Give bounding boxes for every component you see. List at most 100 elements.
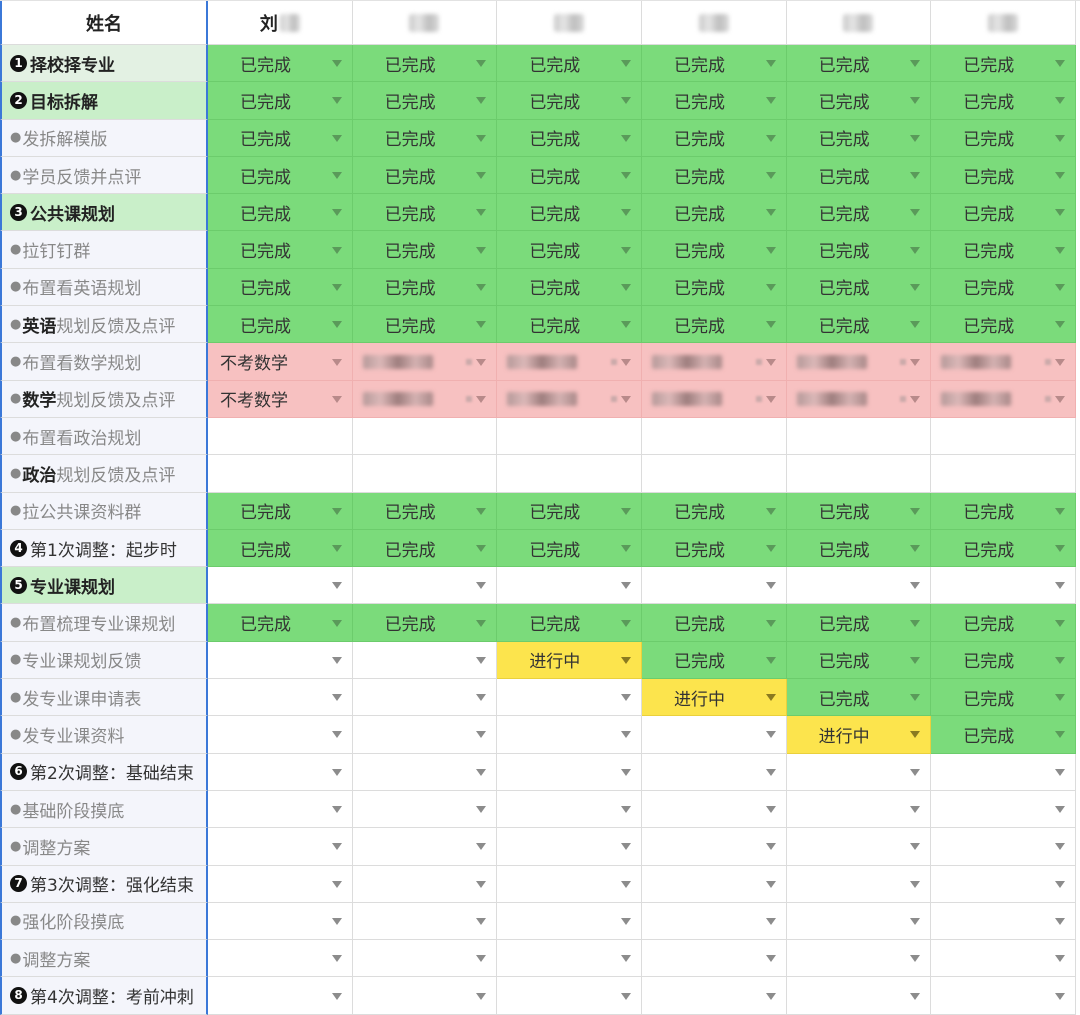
status-dropdown-cell[interactable]: 已完成 bbox=[641, 641, 787, 680]
status-dropdown-cell[interactable] bbox=[931, 380, 1076, 418]
task-row-label[interactable]: 1 择校择专业 bbox=[0, 45, 208, 83]
status-dropdown-cell[interactable] bbox=[208, 679, 353, 717]
status-dropdown-cell[interactable] bbox=[786, 380, 932, 418]
status-dropdown-cell[interactable] bbox=[641, 828, 787, 866]
status-dropdown-cell[interactable]: 已完成 bbox=[497, 119, 642, 157]
chevron-down-icon[interactable] bbox=[765, 60, 776, 68]
chevron-down-icon[interactable] bbox=[620, 582, 631, 590]
chevron-down-icon[interactable] bbox=[910, 880, 921, 888]
status-dropdown-cell[interactable]: 已完成 bbox=[497, 82, 642, 120]
chevron-down-icon[interactable] bbox=[910, 768, 921, 776]
task-row-label[interactable]: 4 第1次调整：起步时 bbox=[0, 529, 208, 568]
student-column-header[interactable] bbox=[497, 1, 642, 45]
status-dropdown-cell[interactable]: 已完成 bbox=[786, 231, 932, 269]
status-dropdown-cell[interactable] bbox=[786, 940, 932, 978]
task-row-label[interactable]: ● 发专业课资料 bbox=[0, 716, 208, 754]
status-dropdown-cell[interactable] bbox=[352, 641, 498, 680]
status-dropdown-cell[interactable] bbox=[352, 343, 498, 381]
status-dropdown-cell[interactable]: 已完成 bbox=[208, 119, 353, 157]
status-dropdown-cell[interactable]: 已完成 bbox=[352, 119, 498, 157]
status-dropdown-cell[interactable] bbox=[497, 940, 642, 978]
chevron-down-icon[interactable] bbox=[1054, 731, 1065, 739]
chevron-down-icon[interactable] bbox=[476, 507, 487, 515]
task-row-label[interactable]: ● 调整方案 bbox=[0, 940, 208, 978]
chevron-down-icon[interactable] bbox=[1054, 209, 1065, 217]
chevron-down-icon[interactable] bbox=[620, 917, 631, 925]
chevron-down-icon[interactable] bbox=[620, 955, 631, 963]
chevron-down-icon[interactable] bbox=[476, 283, 487, 291]
status-dropdown-cell[interactable]: 已完成 bbox=[352, 82, 498, 120]
status-dropdown-cell[interactable]: 已完成 bbox=[641, 45, 787, 83]
chevron-down-icon[interactable] bbox=[765, 992, 776, 1000]
status-dropdown-cell[interactable] bbox=[497, 343, 642, 381]
status-dropdown-cell[interactable] bbox=[352, 380, 498, 418]
chevron-down-icon[interactable] bbox=[1054, 694, 1065, 702]
status-dropdown-cell[interactable] bbox=[352, 417, 498, 456]
task-row-label[interactable]: ● 学员反馈并点评 bbox=[0, 156, 208, 195]
task-row-label[interactable]: ● 布置梳理专业课规划 bbox=[0, 604, 208, 642]
status-dropdown-cell[interactable] bbox=[497, 790, 642, 829]
status-dropdown-cell[interactable]: 已完成 bbox=[931, 716, 1076, 754]
chevron-down-icon[interactable] bbox=[331, 582, 342, 590]
status-dropdown-cell[interactable]: 已完成 bbox=[352, 231, 498, 269]
chevron-down-icon[interactable] bbox=[331, 209, 342, 217]
status-dropdown-cell[interactable] bbox=[931, 567, 1076, 605]
chevron-down-icon[interactable] bbox=[620, 283, 631, 291]
chevron-down-icon[interactable] bbox=[620, 992, 631, 1000]
chevron-down-icon[interactable] bbox=[765, 731, 776, 739]
status-dropdown-cell[interactable]: 已完成 bbox=[497, 604, 642, 642]
status-dropdown-cell[interactable]: 已完成 bbox=[352, 268, 498, 307]
chevron-down-icon[interactable] bbox=[910, 992, 921, 1000]
status-dropdown-cell[interactable] bbox=[497, 828, 642, 866]
task-row-label[interactable]: 3 公共课规划 bbox=[0, 194, 208, 232]
chevron-down-icon[interactable] bbox=[1054, 134, 1065, 142]
chevron-down-icon[interactable] bbox=[620, 545, 631, 552]
status-dropdown-cell[interactable] bbox=[786, 828, 932, 866]
chevron-down-icon[interactable] bbox=[910, 955, 921, 963]
status-dropdown-cell[interactable]: 已完成 bbox=[641, 529, 787, 568]
chevron-down-icon[interactable] bbox=[476, 955, 487, 963]
status-dropdown-cell[interactable] bbox=[786, 865, 932, 903]
status-dropdown-cell[interactable]: 已完成 bbox=[931, 492, 1076, 530]
chevron-down-icon[interactable] bbox=[476, 97, 487, 105]
status-dropdown-cell[interactable] bbox=[786, 790, 932, 829]
status-dropdown-cell[interactable]: 已完成 bbox=[641, 156, 787, 195]
status-dropdown-cell[interactable] bbox=[786, 753, 932, 791]
chevron-down-icon[interactable] bbox=[1054, 321, 1065, 329]
name-column-header[interactable]: 姓名 bbox=[0, 1, 208, 45]
chevron-down-icon[interactable] bbox=[476, 880, 487, 888]
status-dropdown-cell[interactable] bbox=[641, 716, 787, 754]
status-dropdown-cell[interactable]: 已完成 bbox=[352, 45, 498, 83]
chevron-down-icon[interactable] bbox=[1054, 395, 1065, 403]
task-row-label[interactable]: ● 调整方案 bbox=[0, 828, 208, 866]
task-row-label[interactable]: ● 拉钉钉群 bbox=[0, 231, 208, 269]
chevron-down-icon[interactable] bbox=[620, 880, 631, 888]
status-dropdown-cell[interactable]: 已完成 bbox=[352, 156, 498, 195]
status-dropdown-cell[interactable] bbox=[931, 417, 1076, 456]
status-dropdown-cell[interactable]: 已完成 bbox=[208, 231, 353, 269]
status-dropdown-cell[interactable] bbox=[208, 417, 353, 456]
chevron-down-icon[interactable] bbox=[765, 955, 776, 963]
chevron-down-icon[interactable] bbox=[476, 545, 487, 552]
task-row-label[interactable]: ● 布置看政治规划 bbox=[0, 417, 208, 456]
status-dropdown-cell[interactable]: 已完成 bbox=[931, 641, 1076, 680]
chevron-down-icon[interactable] bbox=[765, 545, 776, 552]
status-dropdown-cell[interactable]: 已完成 bbox=[641, 231, 787, 269]
chevron-down-icon[interactable] bbox=[765, 917, 776, 925]
status-dropdown-cell[interactable]: 已完成 bbox=[931, 156, 1076, 195]
chevron-down-icon[interactable] bbox=[331, 321, 342, 329]
status-dropdown-cell[interactable] bbox=[352, 753, 498, 791]
status-dropdown-cell[interactable]: 已完成 bbox=[208, 45, 353, 83]
chevron-down-icon[interactable] bbox=[910, 917, 921, 925]
status-dropdown-cell[interactable] bbox=[641, 865, 787, 903]
status-dropdown-cell[interactable]: 已完成 bbox=[786, 492, 932, 530]
status-dropdown-cell[interactable]: 已完成 bbox=[641, 306, 787, 344]
chevron-down-icon[interactable] bbox=[765, 134, 776, 142]
status-dropdown-cell[interactable] bbox=[352, 679, 498, 717]
status-dropdown-cell[interactable] bbox=[641, 790, 787, 829]
status-dropdown-cell[interactable] bbox=[641, 343, 787, 381]
chevron-down-icon[interactable] bbox=[476, 731, 487, 739]
student-column-header[interactable] bbox=[786, 1, 932, 45]
status-dropdown-cell[interactable] bbox=[208, 865, 353, 903]
status-dropdown-cell[interactable]: 进行中 bbox=[497, 641, 642, 680]
